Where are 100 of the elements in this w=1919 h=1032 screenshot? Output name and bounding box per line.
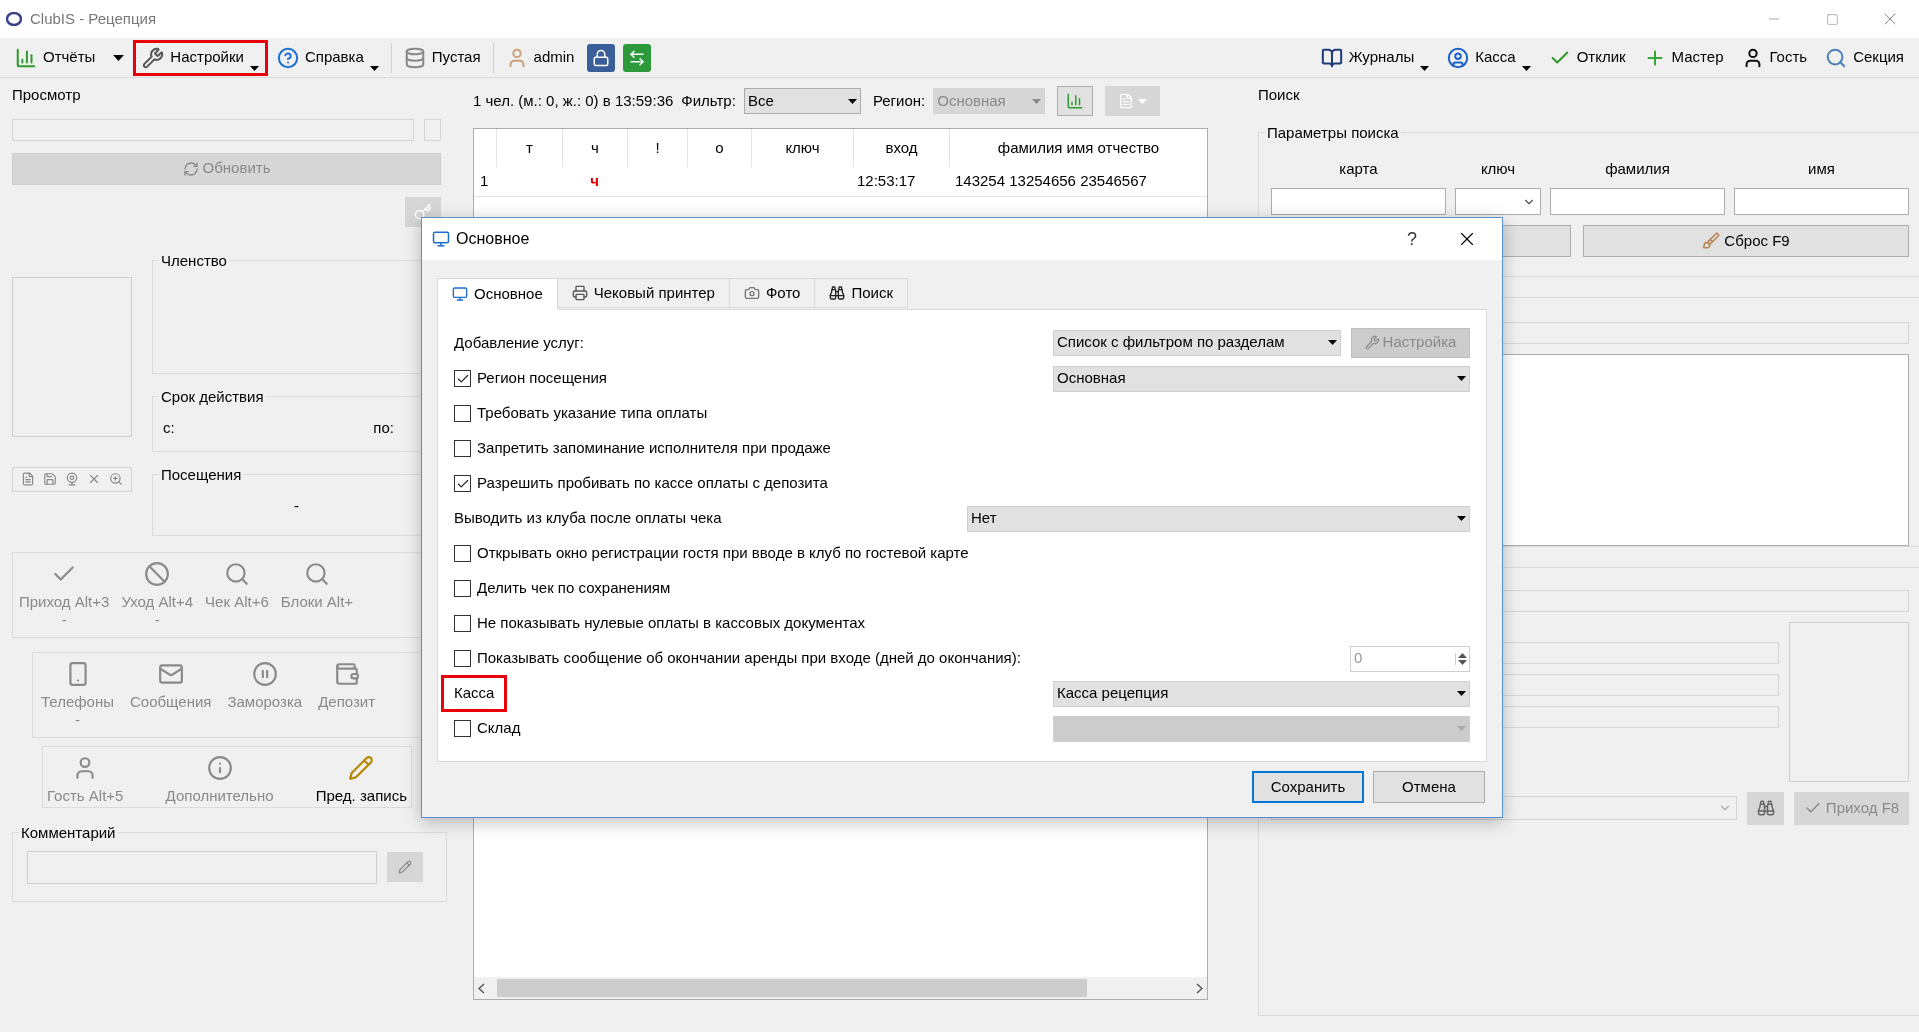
dialog-title: Основное [456, 229, 530, 249]
action-button[interactable]: Пред. запись [311, 746, 411, 807]
checkbox[interactable] [454, 370, 471, 387]
toolbar-button[interactable]: Мастер [1634, 39, 1733, 76]
search-icon [1825, 46, 1848, 69]
toolbar-button[interactable]: Отчёты [6, 39, 134, 76]
toolbar-button[interactable]: Пустая [394, 39, 490, 76]
toolbar-button[interactable]: Отклик [1539, 39, 1635, 76]
scroll-right-icon[interactable] [1196, 982, 1203, 994]
toolbar-button[interactable]: Гость [1732, 39, 1817, 76]
zoom-icon [109, 472, 123, 486]
toolbar-button[interactable]: Секция [1816, 39, 1913, 76]
toolbar-button[interactable]: Справка [267, 39, 388, 76]
dropdown-caret-icon [1032, 98, 1042, 104]
table-cell: 12:53:17 [857, 172, 916, 190]
bar-chart-icon [1066, 92, 1085, 110]
option-label: Касса [441, 675, 508, 712]
field-label: фамилия [1604, 158, 1671, 179]
checkbox[interactable] [454, 615, 471, 632]
action-sub-text: - [75, 713, 80, 727]
option-label: Не показывать нулевые оплаты в кассовых документах [477, 613, 865, 634]
checkbox[interactable] [454, 475, 471, 492]
key-dropdown[interactable] [1455, 188, 1541, 215]
option-label: Выводить из клуба после оплаты чека [454, 508, 722, 529]
toolbar-button[interactable]: admin [496, 39, 584, 76]
exit-button[interactable] [623, 43, 652, 72]
checkbox[interactable] [454, 580, 471, 597]
dialog-tab[interactable]: Поиск [814, 278, 908, 308]
action-sub-text: - [154, 613, 160, 627]
dialog-button[interactable]: Отмена [1373, 771, 1485, 803]
dropdown[interactable]: Список с фильтром по разделам [1053, 329, 1341, 356]
action-sub-text: - [61, 613, 67, 627]
binoculars-icon [1756, 799, 1775, 817]
dialog-tab[interactable]: Основное [437, 278, 558, 310]
scroll-left-icon[interactable] [478, 982, 485, 994]
dropdown-caret-icon [1457, 726, 1466, 731]
column-header[interactable]: о [687, 129, 751, 167]
webcam-icon [65, 472, 79, 486]
filter-dropdown[interactable]: Все [743, 88, 861, 114]
arrows-icon [628, 48, 647, 67]
dropdown[interactable]: Основная [1053, 365, 1470, 392]
option-label: Открывать окно регистрации гостя при вводе в клуб по гостевой карте [477, 543, 969, 564]
checkbox[interactable] [454, 405, 471, 422]
monitor-icon [432, 230, 450, 248]
column-header[interactable]: т [496, 129, 562, 167]
search-field[interactable] [1271, 188, 1446, 215]
checkbox[interactable] [454, 720, 471, 737]
person-circle-icon [1447, 46, 1470, 69]
column-header[interactable]: фамилия имя отчество [949, 129, 1207, 167]
field-label: ключ [1479, 158, 1517, 179]
dialog-tab[interactable]: Чековый принтер [556, 278, 730, 308]
help-button[interactable]: ? [1392, 225, 1432, 253]
magnifier-icon [303, 560, 330, 587]
column-header[interactable]: вход [853, 129, 949, 167]
field-label: имя [1807, 158, 1836, 179]
visitors-summary: 1 чел. (м.: 0, ж.: 0) в 13:59:36 [473, 90, 674, 111]
toolbar-button[interactable]: Касса [1438, 39, 1540, 76]
checkbox[interactable] [454, 650, 471, 667]
dialog-button[interactable]: Сохранить [1252, 771, 1364, 803]
printer-icon [571, 285, 588, 301]
dropdown[interactable]: Нет [967, 505, 1470, 532]
option-label: Регион посещения [477, 368, 607, 389]
wrench-icon [1364, 335, 1380, 350]
dropdown[interactable]: Касса рецепция [1053, 680, 1470, 707]
pause-icon [251, 660, 278, 687]
toolbar-button[interactable]: Журналы [1311, 39, 1439, 76]
search-field[interactable] [1734, 188, 1909, 215]
scrollbar-thumb[interactable] [497, 979, 1087, 997]
report-button[interactable] [1057, 86, 1094, 116]
help-icon [276, 46, 299, 69]
column-header[interactable]: ! [627, 129, 687, 167]
lock-button[interactable] [587, 43, 616, 72]
comment-field[interactable] [27, 850, 377, 884]
magnifier-icon [223, 560, 250, 587]
reset-button[interactable]: Сброс F9 [1583, 225, 1909, 257]
option-label: Делить чек по сохранениям [477, 578, 671, 599]
toolbar-button[interactable]: Настройки [133, 39, 268, 76]
column-header[interactable]: ч [562, 129, 627, 167]
dialog-tab[interactable]: Фото [728, 278, 816, 308]
option-label: Запретить запоминание исполнителя при продаже [477, 438, 831, 459]
binoculars-button[interactable] [1747, 791, 1784, 825]
delete-icon [87, 472, 101, 486]
horizontal-scrollbar[interactable] [474, 977, 1207, 999]
dropdown-caret-icon [1328, 340, 1337, 345]
table-cell: 143254 13254656 23546567 [955, 172, 1147, 190]
app-logo-icon [6, 12, 22, 26]
checkbox[interactable] [454, 440, 471, 457]
column-header[interactable]: ключ [751, 129, 853, 167]
checkbox[interactable] [454, 545, 471, 562]
dropdown-caret-icon [249, 65, 259, 71]
save-icon [43, 472, 57, 486]
pencil-icon [348, 754, 375, 781]
prohibited-icon [144, 560, 171, 587]
spin-down-icon [1458, 659, 1467, 665]
search-field[interactable] [1550, 188, 1725, 215]
dropdown-caret-icon [1138, 98, 1148, 104]
info-icon [206, 754, 233, 781]
edit-comment-button[interactable] [387, 852, 423, 882]
monitor-icon [452, 286, 468, 302]
window-title: ClubIS - Рецепция [30, 8, 157, 29]
